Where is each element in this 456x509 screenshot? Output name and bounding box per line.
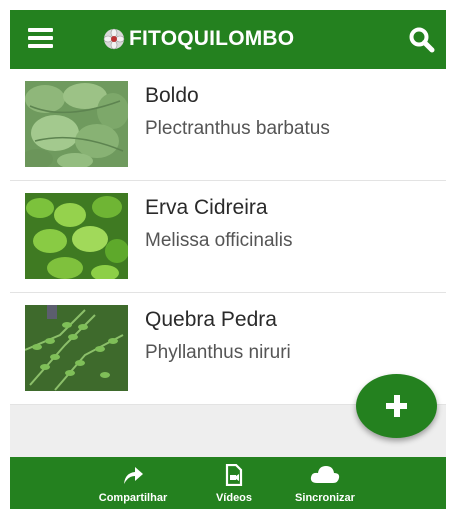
share-button[interactable]: Compartilhar xyxy=(96,457,170,509)
plant-thumbnail-quebra-pedra xyxy=(25,305,128,391)
hamburger-line xyxy=(28,44,53,48)
menu-button[interactable] xyxy=(28,28,53,49)
app-title: FITOQUILOMBO xyxy=(129,27,295,50)
plant-scientific-name: Plectranthus barbatus xyxy=(145,118,330,139)
plant-scientific-name: Melissa officinalis xyxy=(145,230,293,251)
plant-name: Erva Cidreira xyxy=(145,196,268,219)
videos-label: Vídeos xyxy=(215,492,253,504)
sync-button[interactable]: Sincronizar xyxy=(278,457,372,509)
hamburger-line xyxy=(28,36,53,40)
cloud-icon xyxy=(310,466,340,483)
list-item[interactable]: Erva Cidreira Melissa officinalis xyxy=(10,181,446,293)
search-icon[interactable] xyxy=(408,26,436,54)
share-arrow-icon xyxy=(124,467,143,484)
video-file-icon xyxy=(225,464,243,486)
videos-button[interactable]: Vídeos xyxy=(206,457,262,509)
add-plant-button[interactable] xyxy=(356,374,437,438)
share-label: Compartilhar xyxy=(98,492,168,504)
plant-scientific-name: Phyllanthus niruri xyxy=(145,342,291,363)
plant-name: Boldo xyxy=(145,84,199,107)
sync-label: Sincronizar xyxy=(295,492,355,504)
bottom-nav: Compartilhar Vídeos Sincronizar xyxy=(10,457,446,509)
plant-thumbnail-boldo xyxy=(25,81,128,167)
plant-thumbnail-erva-cidreira xyxy=(25,193,128,279)
hamburger-icon xyxy=(28,28,53,32)
list-item[interactable]: Boldo Plectranthus barbatus xyxy=(10,69,446,181)
plant-name: Quebra Pedra xyxy=(145,308,277,331)
plant-list: Boldo Plectranthus barbatus Erva Cidreir… xyxy=(10,69,446,405)
flower-logo-icon xyxy=(103,28,125,50)
app-bar: FITOQUILOMBO xyxy=(10,10,446,69)
